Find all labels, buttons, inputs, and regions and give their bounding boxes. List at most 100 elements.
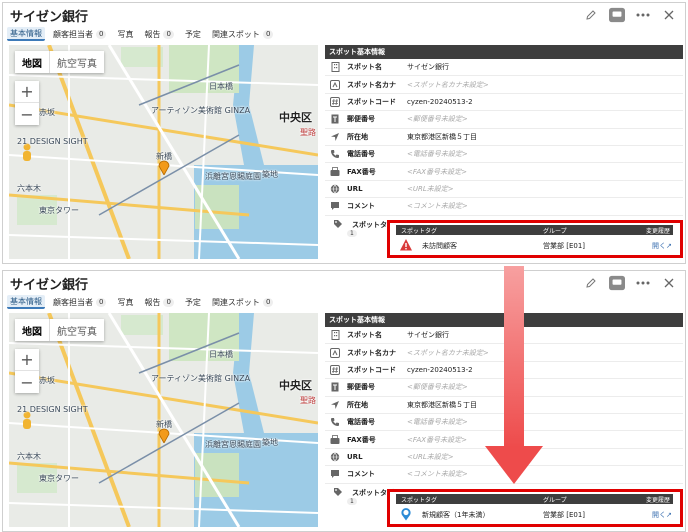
edit-pencil-icon[interactable] bbox=[583, 7, 599, 23]
down-arrow-icon bbox=[483, 266, 545, 486]
street-view-pegman-icon[interactable] bbox=[20, 411, 34, 431]
info-row-postal: 郵便番号 <郵便番号未設定> bbox=[325, 111, 683, 129]
zoom-in-button[interactable]: + bbox=[15, 349, 39, 371]
phone-icon bbox=[328, 417, 342, 427]
tab-schedule[interactable]: 予定 bbox=[182, 295, 204, 309]
count-badge: 0 bbox=[163, 297, 174, 307]
zoom-in-button[interactable]: + bbox=[15, 81, 39, 103]
map-label: 東京タワー bbox=[39, 474, 79, 483]
tag-group: 営業部 [E01] bbox=[543, 241, 586, 250]
tab-photos[interactable]: 写真 bbox=[114, 295, 136, 309]
map-view[interactable]: 地図 航空写真 + − 中央区 アーティゾン美術館 GINZA 21 DESIG… bbox=[9, 45, 318, 259]
map-label: 築地 bbox=[262, 438, 278, 447]
chat-icon[interactable] bbox=[609, 275, 625, 291]
globe-icon bbox=[328, 452, 342, 462]
map-label: アーティゾン美術館 GINZA bbox=[151, 106, 251, 115]
close-icon[interactable] bbox=[661, 7, 677, 23]
street-view-pegman-icon[interactable] bbox=[20, 143, 34, 163]
tab-bar: 基本情報 顧客担当者 0 写真 報告 0 予定 関連スポット 0 bbox=[7, 294, 281, 310]
postal-icon bbox=[328, 382, 342, 392]
tag-table-header: スポットタグ グループ 変更履歴 bbox=[396, 494, 673, 504]
zoom-control: + − bbox=[15, 349, 39, 393]
info-row-code: スポットコード cyzen-20240513-2 bbox=[325, 94, 683, 112]
info-row-name: スポット名 サイゼン銀行 bbox=[325, 59, 683, 77]
tag-icon bbox=[331, 219, 345, 229]
count-badge: 0 bbox=[262, 297, 274, 307]
tag-count-badge: 1 bbox=[347, 497, 357, 505]
map-label: 聖路 bbox=[300, 396, 316, 405]
map-label: 日本橋 bbox=[209, 82, 233, 91]
map-type-aerial-button[interactable]: 航空写真 bbox=[50, 51, 104, 73]
map-label: 築地 bbox=[262, 170, 278, 179]
count-badge: 0 bbox=[163, 29, 174, 39]
info-row-kana: スポット名カナ <スポット名カナ未設定> bbox=[325, 76, 683, 94]
open-history-link[interactable]: 開く↗ bbox=[652, 510, 672, 520]
map-view[interactable]: 地図 航空写真 + − 中央区 アーティゾン美術館 GINZA 21 DESIG… bbox=[9, 313, 318, 527]
map-label: 中央区 bbox=[279, 379, 312, 392]
tag-table-row: 未訪問顧客 営業部 [E01] 開く↗ bbox=[396, 237, 673, 254]
tab-reports[interactable]: 報告 0 bbox=[141, 27, 176, 41]
new-customer-pin-icon bbox=[399, 507, 413, 521]
info-row-fax: FAX番号 <FAX番号未設定> bbox=[325, 163, 683, 181]
building-icon bbox=[328, 62, 342, 73]
tab-bar: 基本情報 顧客担当者 0 写真 報告 0 予定 関連スポット 0 bbox=[7, 26, 281, 42]
tag-table-row: 新規顧客（1年未満） 営業部 [E01] 開く↗ bbox=[396, 506, 673, 523]
open-history-link[interactable]: 開く↗ bbox=[652, 241, 672, 251]
map-label: 赤坂 bbox=[39, 108, 55, 117]
tab-reports[interactable]: 報告 0 bbox=[141, 295, 176, 309]
spot-marker-icon[interactable] bbox=[158, 427, 170, 443]
hash-icon bbox=[328, 364, 342, 375]
map-label: 赤坂 bbox=[39, 376, 55, 385]
fax-icon bbox=[328, 166, 342, 177]
kana-icon bbox=[328, 79, 342, 90]
zoom-out-button[interactable]: − bbox=[15, 371, 39, 393]
map-label: 21 DESIGN SIGHT bbox=[17, 137, 88, 146]
more-options-icon[interactable] bbox=[635, 275, 651, 291]
close-icon[interactable] bbox=[661, 275, 677, 291]
map-type-aerial-button[interactable]: 航空写真 bbox=[50, 319, 104, 341]
map-type-map-button[interactable]: 地図 bbox=[15, 319, 50, 341]
count-badge: 0 bbox=[96, 29, 107, 39]
tab-customer-contacts[interactable]: 顧客担当者 0 bbox=[50, 27, 109, 41]
section-title: スポット基本情報 bbox=[325, 45, 683, 59]
tab-basic-info[interactable]: 基本情報 bbox=[7, 27, 45, 41]
zoom-out-button[interactable]: − bbox=[15, 103, 39, 125]
tag-name: 新規顧客（1年未満） bbox=[422, 510, 490, 519]
panel-header: サイゼン銀行 bbox=[3, 271, 685, 295]
map-type-switch: 地図 航空写真 bbox=[15, 319, 104, 341]
tab-schedule[interactable]: 予定 bbox=[182, 27, 204, 41]
warning-triangle-icon bbox=[399, 238, 413, 252]
tab-related-spots[interactable]: 関連スポット 0 bbox=[209, 295, 276, 309]
tab-related-spots[interactable]: 関連スポット 0 bbox=[209, 27, 276, 41]
map-label: 聖路 bbox=[300, 128, 316, 137]
tab-basic-info[interactable]: 基本情報 bbox=[7, 295, 45, 309]
tab-customer-contacts[interactable]: 顧客担当者 0 bbox=[50, 295, 109, 309]
tag-group: 営業部 [E01] bbox=[543, 510, 586, 519]
map-label: 六本木 bbox=[17, 184, 41, 193]
tag-count-badge: 1 bbox=[347, 229, 357, 237]
postal-icon bbox=[328, 114, 342, 124]
info-row-address: 所在地 東京都港区新橋５丁目 bbox=[325, 129, 683, 146]
hash-icon bbox=[328, 96, 342, 107]
edit-pencil-icon[interactable] bbox=[583, 275, 599, 291]
tag-table-header: スポットタグ グループ 変更履歴 bbox=[396, 225, 673, 235]
chat-icon[interactable] bbox=[609, 7, 625, 23]
globe-icon bbox=[328, 184, 342, 194]
tab-photos[interactable]: 写真 bbox=[114, 27, 136, 41]
tag-name: 未訪問顧客 bbox=[422, 241, 457, 250]
tag-icon bbox=[331, 487, 345, 497]
map-type-switch: 地図 航空写真 bbox=[15, 51, 104, 73]
spot-marker-icon[interactable] bbox=[158, 159, 170, 175]
count-badge: 0 bbox=[96, 297, 107, 307]
panel-header: サイゼン銀行 bbox=[3, 3, 685, 27]
map-label: 浜離宮恩賜庭園 bbox=[205, 172, 261, 181]
comparison-page: サイゼン銀行 基本情報 顧客担当者 0 写真 報告 0 予定 関連スポット 0 … bbox=[0, 0, 688, 532]
more-options-icon[interactable] bbox=[635, 7, 651, 23]
map-label: 21 DESIGN SIGHT bbox=[17, 405, 88, 414]
spot-tag-table-after: スポットタグ グループ 変更履歴 新規顧客（1年未満） 営業部 [E01] 開く… bbox=[387, 489, 683, 527]
building-icon bbox=[328, 330, 342, 341]
location-arrow-icon bbox=[328, 132, 342, 142]
map-type-map-button[interactable]: 地図 bbox=[15, 51, 50, 73]
map-label: 浜離宮恩賜庭園 bbox=[205, 440, 261, 449]
count-badge: 0 bbox=[262, 29, 274, 39]
